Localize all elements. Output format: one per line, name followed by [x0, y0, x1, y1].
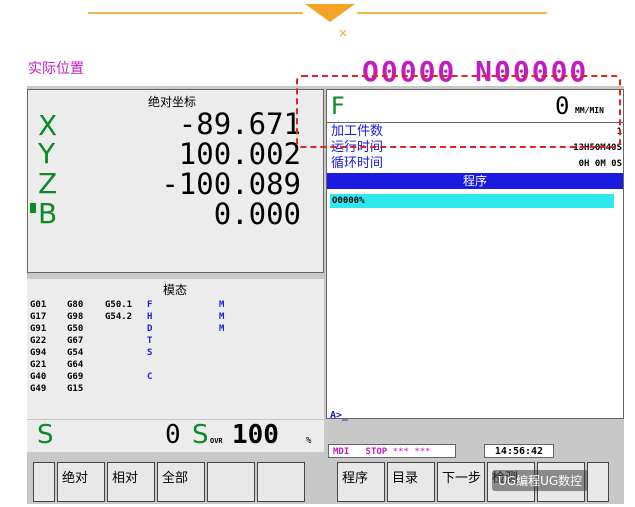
axis-label-x: X	[38, 109, 58, 142]
axis-label-y: Y	[38, 137, 56, 170]
modal-code: M	[219, 300, 225, 310]
softkey-absolute[interactable]: 绝对	[57, 462, 105, 502]
modal-code: G49	[30, 384, 47, 394]
command-prompt[interactable]: A>_	[330, 410, 348, 421]
clock: 14:56:42	[484, 444, 554, 458]
spindle-line: S 0 S OVR 100 %	[27, 420, 324, 452]
modal-code: G54.2	[105, 312, 133, 322]
cycle-time-value: 0H 0M 0S	[578, 159, 622, 169]
modal-code: H	[147, 312, 153, 322]
softkey-program[interactable]: 程序	[337, 462, 385, 502]
modal-title: 模态	[163, 283, 188, 297]
softkey-next[interactable]: 下一步	[437, 462, 485, 502]
modal-code: G50	[67, 324, 84, 334]
absolute-coordinates-panel: 绝对坐标 X -89.671 Y 100.002 Z -100.089 B 0.…	[27, 89, 324, 273]
cycle-time-label: 循环时间	[331, 156, 384, 171]
softkey-5[interactable]	[257, 462, 305, 502]
percent-sign: %	[306, 436, 312, 446]
spindle-override-label: S	[192, 420, 209, 450]
axis-value-b: 0.000	[213, 197, 301, 231]
modal-code: G69	[67, 372, 84, 382]
modal-code: G80	[67, 300, 84, 310]
modal-code: T	[147, 336, 153, 346]
top-line-left	[88, 12, 303, 14]
chevron-down-icon	[305, 4, 355, 22]
modal-code: G98	[67, 312, 84, 322]
axis-value-y: 100.002	[178, 137, 301, 171]
axis-value-x: -89.671	[178, 107, 301, 141]
modal-code: M	[219, 312, 225, 322]
axis-value-z: -100.089	[161, 167, 301, 201]
softkey-4[interactable]	[207, 462, 255, 502]
highlight-annotation	[296, 75, 621, 148]
page-title: 实际位置	[28, 61, 84, 77]
spindle-value: 0	[165, 420, 181, 450]
alarm-stars: *** ***	[392, 447, 431, 457]
mode-text: MDI	[333, 447, 350, 457]
modal-code: G01	[30, 300, 47, 310]
program-line[interactable]: O0000%	[330, 194, 614, 208]
modal-code: S	[147, 348, 153, 358]
axis-label-z: Z	[38, 167, 58, 200]
axis-marker-icon	[30, 203, 36, 213]
softkey-relative[interactable]: 相对	[107, 462, 155, 502]
modal-code: C	[147, 372, 153, 382]
modal-code: G17	[30, 312, 47, 322]
modal-code: F	[147, 300, 153, 310]
softkey-more[interactable]	[587, 462, 609, 502]
modal-code: G50.1	[105, 300, 133, 310]
modal-code: G64	[67, 360, 84, 370]
watermark: UG编程UG数控	[492, 470, 589, 491]
softkey-back[interactable]	[33, 462, 55, 502]
modal-code: M	[219, 324, 225, 334]
modal-panel: 模态 G01 G17 G91 G22 G94 G21 G40 G49 G80 G98 G50 G67 G…	[27, 279, 324, 419]
status-bar: MDI STOP *** ***	[328, 444, 456, 458]
modal-code: G15	[67, 384, 84, 394]
modal-code: G67	[67, 336, 84, 346]
top-line-right	[357, 12, 547, 14]
softkey-all[interactable]: 全部	[157, 462, 205, 502]
close-icon[interactable]: ×	[338, 26, 348, 40]
spindle-override-sub: OVR	[210, 437, 223, 445]
modal-code: G40	[30, 372, 47, 382]
modal-code: G22	[30, 336, 47, 346]
modal-code: G21	[30, 360, 47, 370]
modal-code: G91	[30, 324, 47, 334]
program-header: 程序	[327, 173, 623, 189]
spindle-override-value: 100	[232, 420, 279, 450]
softkey-directory[interactable]: 目录	[387, 462, 435, 502]
modal-code: G54	[67, 348, 84, 358]
modal-code: D	[147, 324, 153, 334]
state-text: STOP	[365, 447, 388, 457]
axis-label-b: B	[38, 197, 58, 230]
spindle-label: S	[37, 420, 54, 450]
modal-code: G94	[30, 348, 47, 358]
